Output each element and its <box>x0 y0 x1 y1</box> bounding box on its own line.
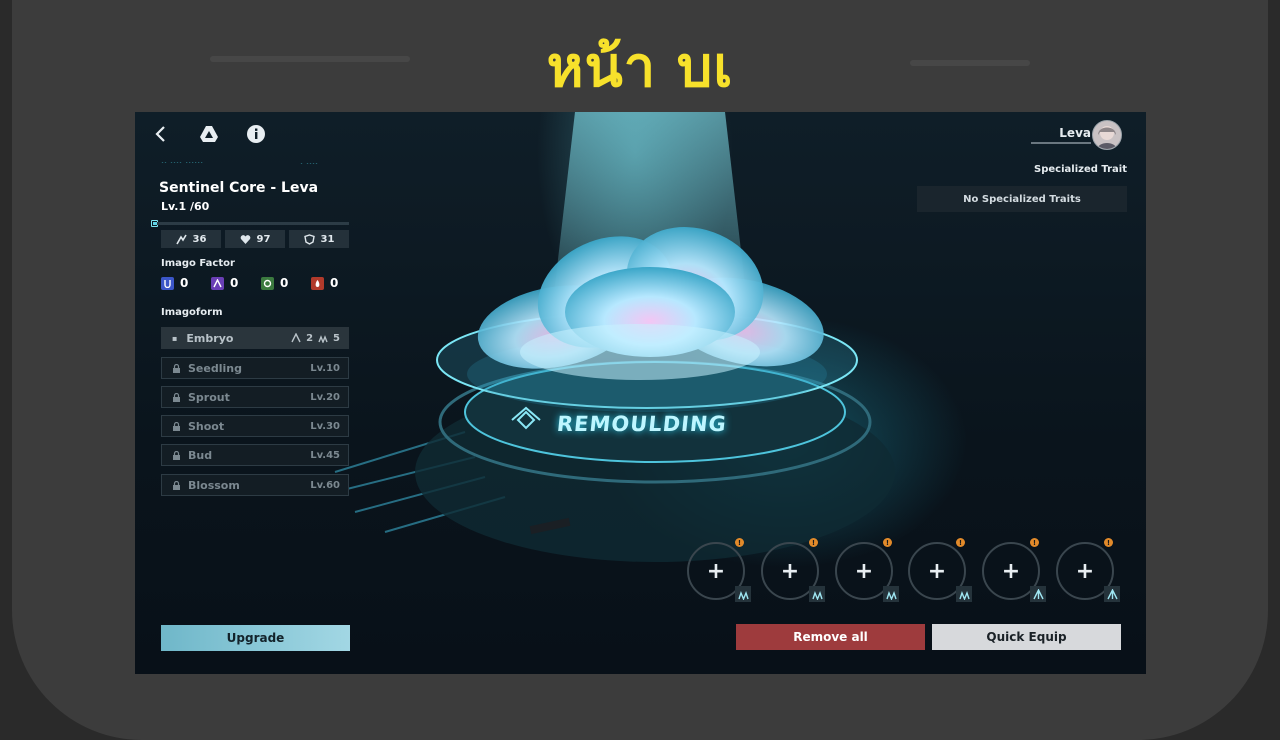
info-icon <box>247 125 265 143</box>
stage-level: Lv.60 <box>310 479 340 491</box>
stage-name: Seedling <box>188 361 242 375</box>
stat-value: 36 <box>192 233 207 245</box>
embryo-stats: 2 5 <box>291 333 340 344</box>
wave-stat-icon <box>318 335 328 343</box>
equip-slot-5[interactable]: + ! <box>982 538 1046 602</box>
info-button[interactable] <box>242 120 270 148</box>
imago-factor-label: Imago Factor <box>161 258 235 269</box>
player-subline <box>1031 142 1091 144</box>
avatar[interactable] <box>1092 120 1122 150</box>
stage-level: Lv.45 <box>310 449 340 461</box>
player-name: Leva <box>1059 126 1091 140</box>
imago-factor-flame: 0 <box>311 276 338 290</box>
equip-slot-4[interactable]: + ! <box>908 538 972 602</box>
imago-factor-ring: 0 <box>261 276 288 290</box>
drive-button[interactable] <box>195 120 223 148</box>
slot-type-badge <box>735 586 751 602</box>
slot-type-badge <box>883 586 899 602</box>
core-level: Lv.1 /60 <box>161 200 210 213</box>
specialized-trait-value: No Specialized Traits <box>917 186 1127 212</box>
stage-level: Lv.20 <box>310 391 340 403</box>
factor-value: 0 <box>280 276 289 290</box>
decorative-code: - ---- <box>300 161 319 167</box>
equip-slot-6[interactable]: + ! <box>1056 538 1120 602</box>
wave-type-icon <box>737 590 749 600</box>
stage-level: Lv.30 <box>310 420 340 432</box>
triangle-logo-icon <box>200 126 218 142</box>
core-name: Sentinel Core - Leva <box>159 180 319 196</box>
attack-icon <box>175 234 187 244</box>
level-progress-fill <box>153 222 157 225</box>
equip-slot-2[interactable]: + ! <box>761 538 825 602</box>
imago-factor-u: 0 <box>161 276 188 290</box>
decorative-code: -- ---- ------ <box>161 160 204 166</box>
factor-value: 0 <box>180 276 189 290</box>
lock-icon <box>173 480 180 490</box>
lock-icon <box>173 450 180 460</box>
imagoform-stage-sprout[interactable]: Sprout Lv.20 <box>161 386 349 408</box>
imagoform-stage-blossom[interactable]: Blossom Lv.60 <box>161 474 349 496</box>
stage-name: Sprout <box>188 390 230 404</box>
stat-value: 31 <box>320 233 335 245</box>
spike-type-icon <box>1032 588 1044 599</box>
stat-value: 2 <box>306 332 314 344</box>
stage-name: Blossom <box>188 478 240 492</box>
imagoform-label: Imagoform <box>161 307 223 318</box>
warning-badge: ! <box>735 538 744 547</box>
bullet: ▪ <box>172 333 178 343</box>
stage-name: Shoot <box>188 419 225 433</box>
imagoform-stage-bud[interactable]: Bud Lv.45 <box>161 444 349 466</box>
imagoform-stage-shoot[interactable]: Shoot Lv.30 <box>161 415 349 437</box>
level-progress-bar <box>153 222 349 225</box>
u-factor-icon <box>161 276 174 290</box>
stage-name: Bud <box>188 448 213 462</box>
wave-type-icon <box>958 590 970 600</box>
platform-text: REMOULDING <box>555 412 729 436</box>
slot-type-badge <box>1030 586 1046 602</box>
stage-name: Embryo <box>186 331 234 345</box>
slot-type-badge <box>1104 586 1120 602</box>
lock-icon <box>173 363 180 373</box>
stage-level: Lv.10 <box>310 362 340 374</box>
equip-slot-3[interactable]: + ! <box>835 538 899 602</box>
imago-factor-a: 0 <box>211 276 238 290</box>
wave-type-icon <box>885 590 897 600</box>
remove-all-button[interactable]: Remove all <box>736 624 925 650</box>
stat-defense: 31 <box>289 230 349 248</box>
page-title: หน้า บเ <box>546 35 734 100</box>
warning-badge: ! <box>809 538 818 547</box>
slot-type-badge <box>956 586 972 602</box>
flame-factor-icon <box>311 276 324 290</box>
ring-factor-icon <box>261 276 274 290</box>
heart-icon <box>240 234 250 244</box>
factor-value: 0 <box>230 276 239 290</box>
spike-type-icon <box>1106 588 1118 599</box>
wave-type-icon <box>811 590 823 600</box>
a-stat-icon <box>291 333 301 343</box>
warning-badge: ! <box>956 538 965 547</box>
quick-equip-button[interactable]: Quick Equip <box>932 624 1121 650</box>
stat-attack: 36 <box>161 230 221 248</box>
chevron-left-icon <box>155 126 165 142</box>
upgrade-button[interactable]: Upgrade <box>161 625 350 651</box>
avatar-portrait <box>1097 126 1117 149</box>
back-button[interactable] <box>147 120 175 148</box>
equip-slot-1[interactable]: + ! <box>687 538 751 602</box>
a-factor-icon <box>211 276 224 290</box>
imagoform-stage-seedling[interactable]: Seedling Lv.10 <box>161 357 349 379</box>
shield-icon <box>303 233 315 245</box>
warning-badge: ! <box>1104 538 1113 547</box>
warning-badge: ! <box>1030 538 1039 547</box>
warning-badge: ! <box>883 538 892 547</box>
factor-value: 0 <box>330 276 339 290</box>
lock-icon <box>173 421 180 431</box>
stat-value: 5 <box>333 332 340 344</box>
lock-icon <box>173 392 180 402</box>
game-screen: -- ---- ------ - ---- Sentinel Core - Le… <box>135 112 1146 674</box>
stat-health: 97 <box>225 230 285 248</box>
specialized-trait-label: Specialized Trait <box>1034 164 1127 175</box>
imagoform-stage-embryo[interactable]: ▪ Embryo 2 5 <box>161 327 349 349</box>
slot-type-badge <box>809 586 825 602</box>
stat-value: 97 <box>256 233 271 245</box>
